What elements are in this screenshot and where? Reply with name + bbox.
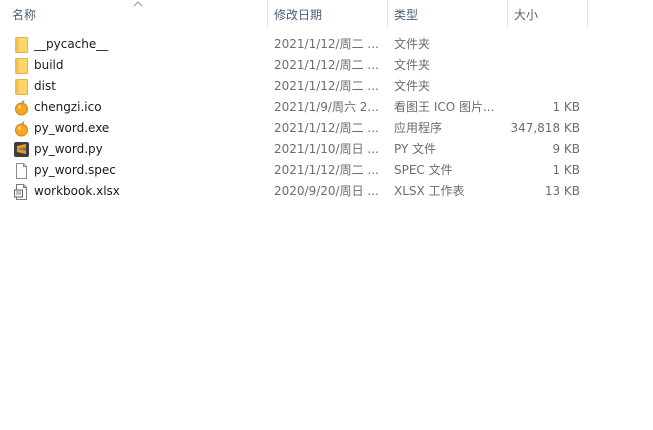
file-date: 2021/1/10/周日 ... [274,142,379,156]
file-name: workbook.xlsx [34,184,120,198]
column-divider[interactable] [587,0,588,28]
column-header-name[interactable]: 名称 [6,0,268,31]
sublime-text-icon [14,142,29,157]
folder-icon [15,79,28,95]
file-type: 文件夹 [394,58,431,72]
file-name: __pycache__ [34,37,109,51]
file-type: 文件夹 [394,37,431,51]
file-explorer: 名称 修改日期 类型 大小 __pycache__ 2021/1/12/周二 .… [0,0,653,430]
file-size: 9 KB [552,142,580,156]
file-name: dist [34,79,56,93]
file-row[interactable]: py_word.exe 2021/1/12/周二 ... 应用程序 347,81… [0,118,653,139]
column-header-bar: 名称 修改日期 类型 大小 [0,0,653,31]
orange-exe-icon [15,121,28,137]
file-type: XLSX 工作表 [394,184,465,198]
file-row[interactable]: py_word.py 2021/1/10/周日 ... PY 文件 9 KB [0,139,653,160]
file-date: 2021/1/12/周二 ... [274,37,379,51]
file-name: py_word.py [34,142,103,156]
file-type: PY 文件 [394,142,437,156]
file-type: 应用程序 [394,121,443,135]
file-size: 1 KB [552,163,580,177]
orange-ico-icon [15,100,28,116]
file-name: build [34,58,64,72]
folder-icon [15,58,28,74]
column-header-size[interactable]: 大小 [508,0,587,31]
column-header-date[interactable]: 修改日期 [268,0,387,31]
file-row[interactable]: __pycache__ 2021/1/12/周二 ... 文件夹 [0,34,653,55]
file-date: 2021/1/12/周二 ... [274,121,379,135]
file-type: 看图王 ICO 图片... [394,100,495,114]
blank-file-icon [16,163,27,179]
file-row[interactable]: chengzi.ico 2021/1/9/周六 2... 看图王 ICO 图片.… [0,97,653,118]
xlsx-file-icon [14,184,27,200]
file-size [508,55,580,76]
file-date: 2020/9/20/周日 ... [274,184,379,198]
file-type: 文件夹 [394,79,431,93]
file-name: py_word.exe [34,121,110,135]
file-size: 347,818 KB [510,121,580,135]
file-date: 2021/1/9/周六 2... [274,100,379,114]
file-name: chengzi.ico [34,100,102,114]
file-list: __pycache__ 2021/1/12/周二 ... 文件夹 build 2… [0,34,653,202]
file-size [508,34,580,55]
file-type: SPEC 文件 [394,163,453,177]
file-date: 2021/1/12/周二 ... [274,79,379,93]
file-row[interactable]: py_word.spec 2021/1/12/周二 ... SPEC 文件 1 … [0,160,653,181]
file-size: 1 KB [552,100,580,114]
file-row[interactable]: build 2021/1/12/周二 ... 文件夹 [0,55,653,76]
file-size [508,76,580,97]
file-name: py_word.spec [34,163,116,177]
folder-icon [15,37,28,53]
file-row[interactable]: dist 2021/1/12/周二 ... 文件夹 [0,76,653,97]
file-date: 2021/1/12/周二 ... [274,163,379,177]
column-header-type[interactable]: 类型 [388,0,507,31]
file-row[interactable]: workbook.xlsx 2020/9/20/周日 ... XLSX 工作表 … [0,181,653,202]
file-date: 2021/1/12/周二 ... [274,58,379,72]
file-size: 13 KB [544,184,580,198]
